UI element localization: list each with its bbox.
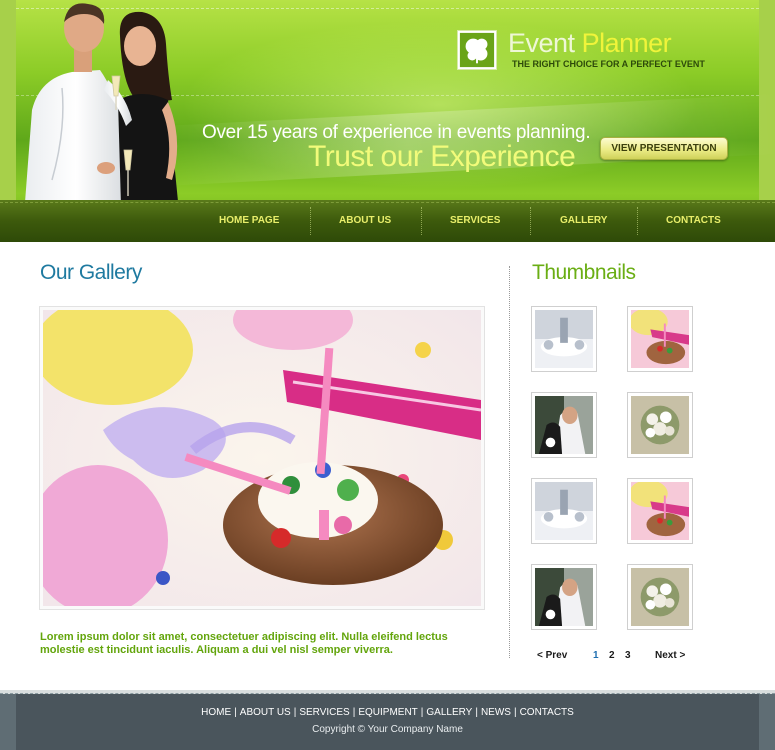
logo-icon <box>457 30 497 70</box>
thumbnail-table-setting[interactable] <box>531 478 597 544</box>
brand-name: Event Planner <box>508 28 672 58</box>
nav-item-gallery[interactable]: GALLERY <box>560 215 607 226</box>
nav-separator <box>421 207 422 235</box>
thumbnail-wedding-couple[interactable] <box>531 392 597 458</box>
view-presentation-button[interactable]: VIEW PRESENTATION <box>600 137 728 160</box>
header-banner: Event Planner THE RIGHT CHOICE FOR A PER… <box>0 0 775 242</box>
thumbnail-flower-bouquet[interactable] <box>627 564 693 630</box>
column-divider <box>509 266 510 658</box>
footer-link-home[interactable]: HOME <box>201 707 231 718</box>
thumbnail-wedding-couple[interactable] <box>531 564 597 630</box>
pager-page-2[interactable]: 2 <box>609 650 615 661</box>
brand-tagline: THE RIGHT CHOICE FOR A PERFECT EVENT <box>512 59 705 69</box>
pager-next-link[interactable]: Next > <box>655 650 685 661</box>
thumbnails-title: Thumbnails <box>532 261 636 284</box>
thumbnail-table-setting[interactable] <box>531 306 597 372</box>
thumbnail-party-candles[interactable] <box>627 306 693 372</box>
footer-link-gallery[interactable]: GALLERY <box>426 707 472 718</box>
footer-link-services[interactable]: SERVICES <box>299 707 349 718</box>
thumbnail-party-candles[interactable] <box>627 478 693 544</box>
pager-page-1[interactable]: 1 <box>593 650 599 661</box>
footer-link-news[interactable]: NEWS <box>481 707 511 718</box>
thumbnail-flower-bouquet[interactable] <box>627 392 693 458</box>
footer-nav: HOME | ABOUT US | SERVICES | EQUIPMENT | GALLERY… <box>201 707 574 718</box>
gallery-caption: Lorem ipsum dolor sit amet, consectetuer… <box>40 631 448 656</box>
footer <box>0 690 775 750</box>
nav-separator <box>310 207 311 235</box>
pager-prev-link[interactable]: < Prev <box>537 650 567 661</box>
copyright-text: Copyright © Your Company Name <box>312 724 463 735</box>
nav-separator <box>530 207 531 235</box>
gallery-title: Our Gallery <box>40 261 142 284</box>
footer-top-border <box>0 690 775 694</box>
hero-slogan-line2: Trust our Experience <box>308 140 576 173</box>
nav-item-services[interactable]: SERVICES <box>450 215 500 226</box>
nav-item-contacts[interactable]: CONTACTS <box>666 215 721 226</box>
footer-link-contacts[interactable]: CONTACTS <box>520 707 574 718</box>
pager-page-3[interactable]: 3 <box>625 650 631 661</box>
nav-separator <box>637 207 638 235</box>
nav-item-about-us[interactable]: ABOUT US <box>339 215 391 226</box>
page: Event Planner THE RIGHT CHOICE FOR A PER… <box>0 0 775 750</box>
footer-link-equipment[interactable]: EQUIPMENT <box>358 707 417 718</box>
main-gallery-photo <box>39 306 485 610</box>
footer-link-about-us[interactable]: ABOUT US <box>240 707 291 718</box>
nav-item-home-page[interactable]: HOME PAGE <box>219 215 279 226</box>
